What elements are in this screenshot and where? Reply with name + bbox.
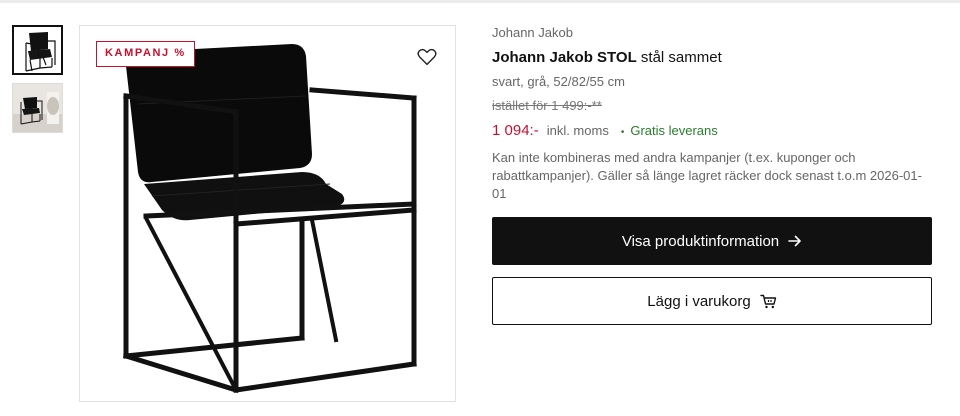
show-product-info-button[interactable]: Visa produktinformation [492,217,932,265]
top-divider [0,0,960,3]
old-price: istället för 1 499:-** [492,98,602,113]
thumbnail-list [12,25,63,141]
product-title-rest: stål sammet [636,49,722,66]
product-title[interactable]: Johann Jakob STOL stål sammet [492,48,932,68]
product-title-bold: Johann Jakob STOL [492,49,637,66]
heart-icon [417,48,437,66]
brand-name[interactable]: Johann Jakob [492,24,932,42]
arrow-right-icon [788,235,802,247]
thumbnail-chair-front[interactable] [12,25,63,75]
campaign-note: Kan inte kombineras med andra kampanjer … [492,150,922,201]
add-to-cart-button[interactable]: Lägg i varukorg [492,277,932,325]
cart-icon [760,294,777,309]
chair-front-thumbnail [14,27,61,73]
chair-product-image [122,44,417,394]
add-to-cart-label: Lägg i varukorg [647,292,751,310]
free-shipping-label: Gratis leverans [630,123,718,138]
product-info: Johann Jakob Johann Jakob STOL stål samm… [492,24,932,203]
product-image[interactable]: KAMPANJ % [79,25,456,402]
thumbnail-chair-room[interactable] [12,83,63,133]
vat-note: inkl. moms [546,123,609,138]
current-price: 1 094:- [492,122,539,139]
shipping-dot: • [620,127,625,138]
chair-room-thumbnail [13,84,62,132]
show-product-info-label: Visa produktinformation [621,232,780,250]
price-row: 1 094:- inkl. moms • Gratis leverans [492,122,932,142]
campaign-badge: KAMPANJ % [96,41,195,67]
favorite-button[interactable] [416,46,438,68]
product-variant: svart, grå, 52/82/55 cm [492,74,625,89]
